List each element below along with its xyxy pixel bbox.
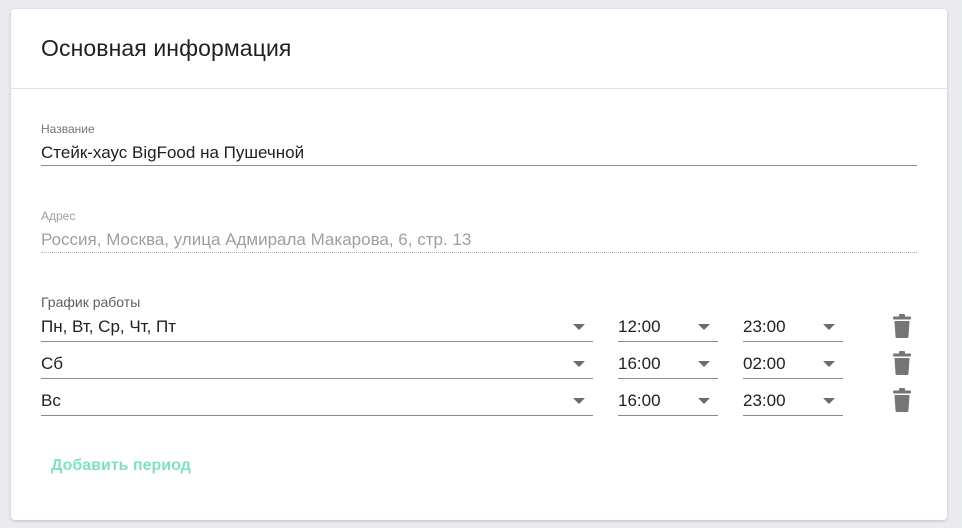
trash-icon[interactable]	[893, 314, 911, 338]
page-title: Основная информация	[41, 35, 292, 61]
trash-icon[interactable]	[893, 388, 911, 412]
name-field[interactable]: Название Стейк-хаус BigFood на Пушечной	[41, 122, 917, 166]
days-select[interactable]: Сб	[41, 349, 593, 379]
days-select[interactable]: Пн, Вт, Ср, Чт, Пт	[41, 312, 593, 342]
days-select[interactable]: Вс	[41, 386, 593, 416]
days-select-value: Пн, Вт, Ср, Чт, Пт	[41, 317, 177, 336]
name-input[interactable]: Стейк-хаус BigFood на Пушечной	[41, 136, 917, 166]
from-time-select[interactable]: 12:00	[618, 312, 718, 342]
trash-icon[interactable]	[893, 351, 911, 375]
to-time-select[interactable]: 23:00	[743, 386, 843, 416]
from-time-value: 16:00	[618, 391, 661, 410]
schedule-row: Сб 16:00 02:00	[41, 349, 931, 379]
from-time-value: 16:00	[618, 354, 661, 373]
to-time-value: 23:00	[743, 317, 786, 336]
from-time-select[interactable]: 16:00	[618, 386, 718, 416]
chevron-down-icon	[573, 398, 585, 404]
address-input: Россия, Москва, улица Адмирала Макарова,…	[41, 223, 917, 253]
to-time-value: 23:00	[743, 391, 786, 410]
name-field-label: Название	[41, 122, 95, 136]
address-field-label: Адрес	[41, 209, 76, 223]
days-select-value: Вс	[41, 391, 61, 410]
chevron-down-icon	[698, 324, 710, 330]
to-time-value: 02:00	[743, 354, 786, 373]
chevron-down-icon	[698, 361, 710, 367]
to-time-select[interactable]: 23:00	[743, 312, 843, 342]
to-time-select[interactable]: 02:00	[743, 349, 843, 379]
chevron-down-icon	[573, 324, 585, 330]
from-time-select[interactable]: 16:00	[618, 349, 718, 379]
schedule-row: Вс 16:00 23:00	[41, 386, 931, 416]
add-period-link[interactable]: Добавить период	[51, 457, 191, 475]
chevron-down-icon	[573, 361, 585, 367]
address-field: Адрес Россия, Москва, улица Адмирала Мак…	[41, 209, 917, 253]
chevron-down-icon	[823, 398, 835, 404]
card-header: Основная информация	[11, 9, 947, 89]
days-select-value: Сб	[41, 354, 64, 373]
from-time-value: 12:00	[618, 317, 661, 336]
chevron-down-icon	[823, 324, 835, 330]
chevron-down-icon	[698, 398, 710, 404]
chevron-down-icon	[823, 361, 835, 367]
main-info-card: Основная информация Название Стейк-хаус …	[11, 9, 947, 520]
schedule-label: График работы	[41, 294, 141, 310]
schedule-row: Пн, Вт, Ср, Чт, Пт 12:00 23:00	[41, 312, 931, 342]
